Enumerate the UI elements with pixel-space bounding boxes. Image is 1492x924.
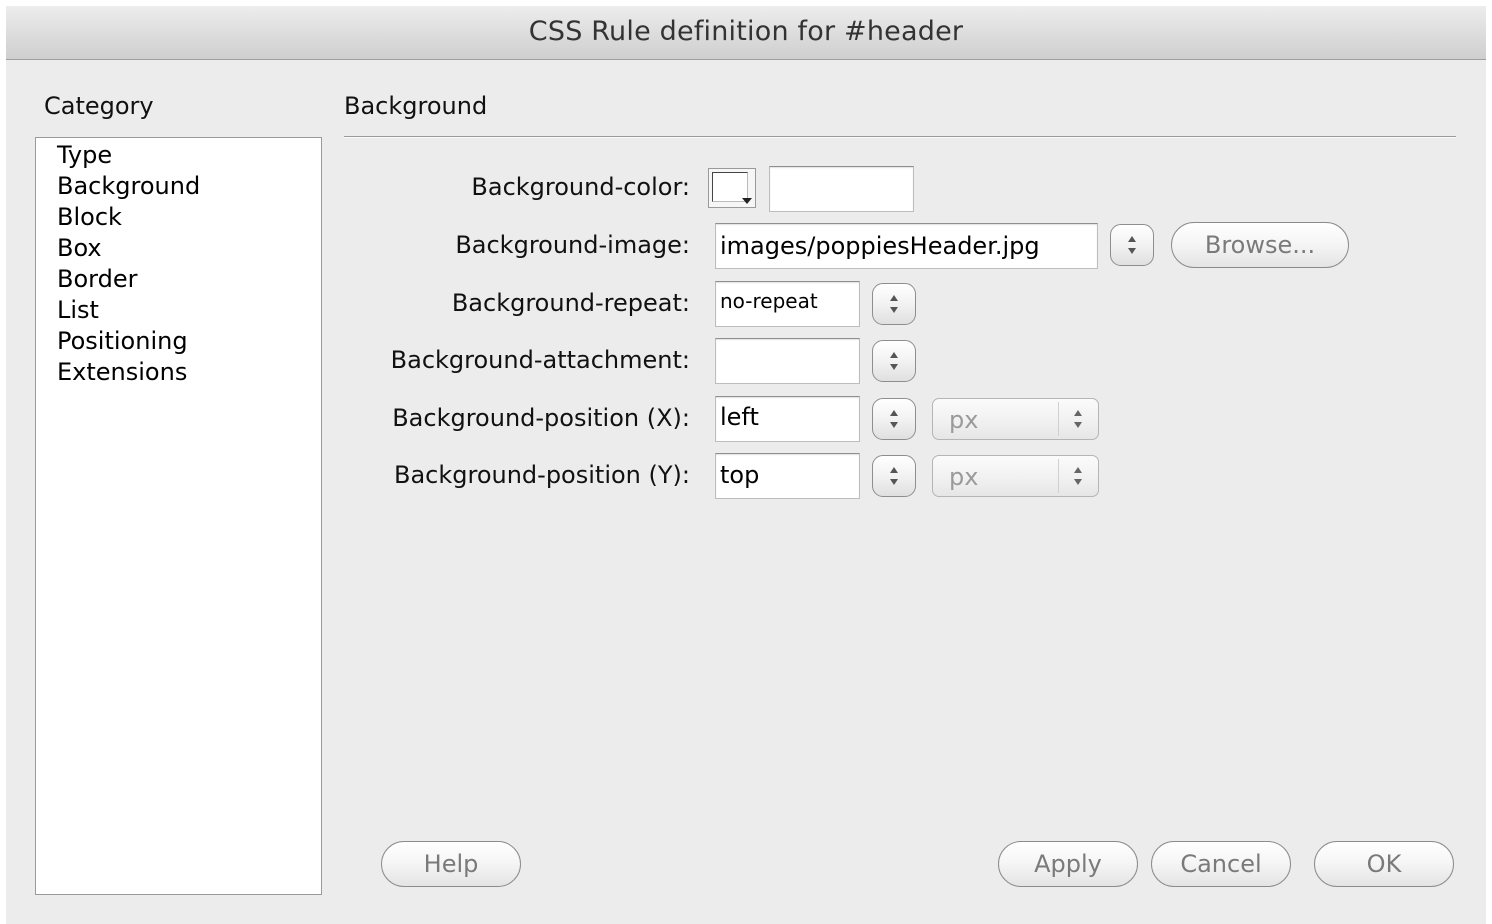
cancel-button[interactable]: Cancel bbox=[1151, 841, 1291, 887]
background-color-swatch[interactable] bbox=[708, 168, 756, 208]
category-item-extensions[interactable]: Extensions bbox=[36, 357, 321, 388]
swatch-dropdown-arrow-icon bbox=[742, 198, 752, 204]
section-heading: Background bbox=[344, 92, 488, 120]
up-down-arrows-icon bbox=[1074, 410, 1082, 428]
apply-button[interactable]: Apply bbox=[998, 841, 1138, 887]
background-image-stepper[interactable] bbox=[1110, 224, 1154, 266]
background-position-x-unit-select[interactable]: px bbox=[932, 398, 1099, 440]
select-divider bbox=[1058, 402, 1059, 436]
dialog-title: CSS Rule definition for #header bbox=[528, 16, 964, 47]
background-color-label: Background-color: bbox=[471, 173, 690, 201]
background-position-y-label: Background-position (Y): bbox=[393, 461, 690, 489]
background-position-x-input[interactable]: left bbox=[715, 396, 860, 442]
category-list[interactable]: Type Background Block Box Border List Po… bbox=[35, 137, 322, 895]
background-repeat-label: Background-repeat: bbox=[451, 289, 690, 317]
background-image-label: Background-image: bbox=[455, 231, 690, 259]
category-item-positioning[interactable]: Positioning bbox=[36, 326, 321, 357]
background-attachment-stepper[interactable] bbox=[872, 340, 916, 382]
up-down-arrows-icon bbox=[890, 352, 898, 370]
background-position-y-unit-select[interactable]: px bbox=[932, 455, 1099, 497]
css-rule-dialog: CSS Rule definition for #header Category… bbox=[6, 6, 1486, 924]
up-down-arrows-icon bbox=[890, 410, 898, 428]
category-item-box[interactable]: Box bbox=[36, 233, 321, 264]
ok-button[interactable]: OK bbox=[1314, 841, 1454, 887]
background-position-x-label: Background-position (X): bbox=[392, 404, 690, 432]
unit-select-value: px bbox=[949, 406, 979, 434]
category-item-block[interactable]: Block bbox=[36, 202, 321, 233]
background-repeat-stepper[interactable] bbox=[872, 283, 916, 325]
background-repeat-input[interactable]: no-repeat bbox=[715, 281, 860, 327]
category-heading: Category bbox=[44, 92, 154, 120]
background-attachment-label: Background-attachment: bbox=[390, 346, 690, 374]
select-divider bbox=[1058, 459, 1059, 493]
up-down-arrows-icon bbox=[890, 295, 898, 313]
category-item-border[interactable]: Border bbox=[36, 264, 321, 295]
up-down-arrows-icon bbox=[1128, 236, 1136, 254]
background-attachment-input[interactable] bbox=[715, 338, 860, 384]
category-item-background[interactable]: Background bbox=[36, 171, 321, 202]
browse-button[interactable]: Browse... bbox=[1171, 222, 1349, 268]
background-color-input[interactable] bbox=[769, 166, 914, 212]
help-button[interactable]: Help bbox=[381, 841, 521, 887]
title-bar: CSS Rule definition for #header bbox=[6, 6, 1486, 60]
background-position-x-stepper[interactable] bbox=[872, 398, 916, 440]
background-position-y-input[interactable]: top bbox=[715, 453, 860, 499]
section-divider bbox=[344, 136, 1456, 138]
background-position-y-stepper[interactable] bbox=[872, 455, 916, 497]
background-image-input[interactable]: images/poppiesHeader.jpg bbox=[715, 223, 1098, 269]
up-down-arrows-icon bbox=[890, 467, 898, 485]
category-item-list[interactable]: List bbox=[36, 295, 321, 326]
category-item-type[interactable]: Type bbox=[36, 140, 321, 171]
unit-select-value: px bbox=[949, 463, 979, 491]
up-down-arrows-icon bbox=[1074, 467, 1082, 485]
